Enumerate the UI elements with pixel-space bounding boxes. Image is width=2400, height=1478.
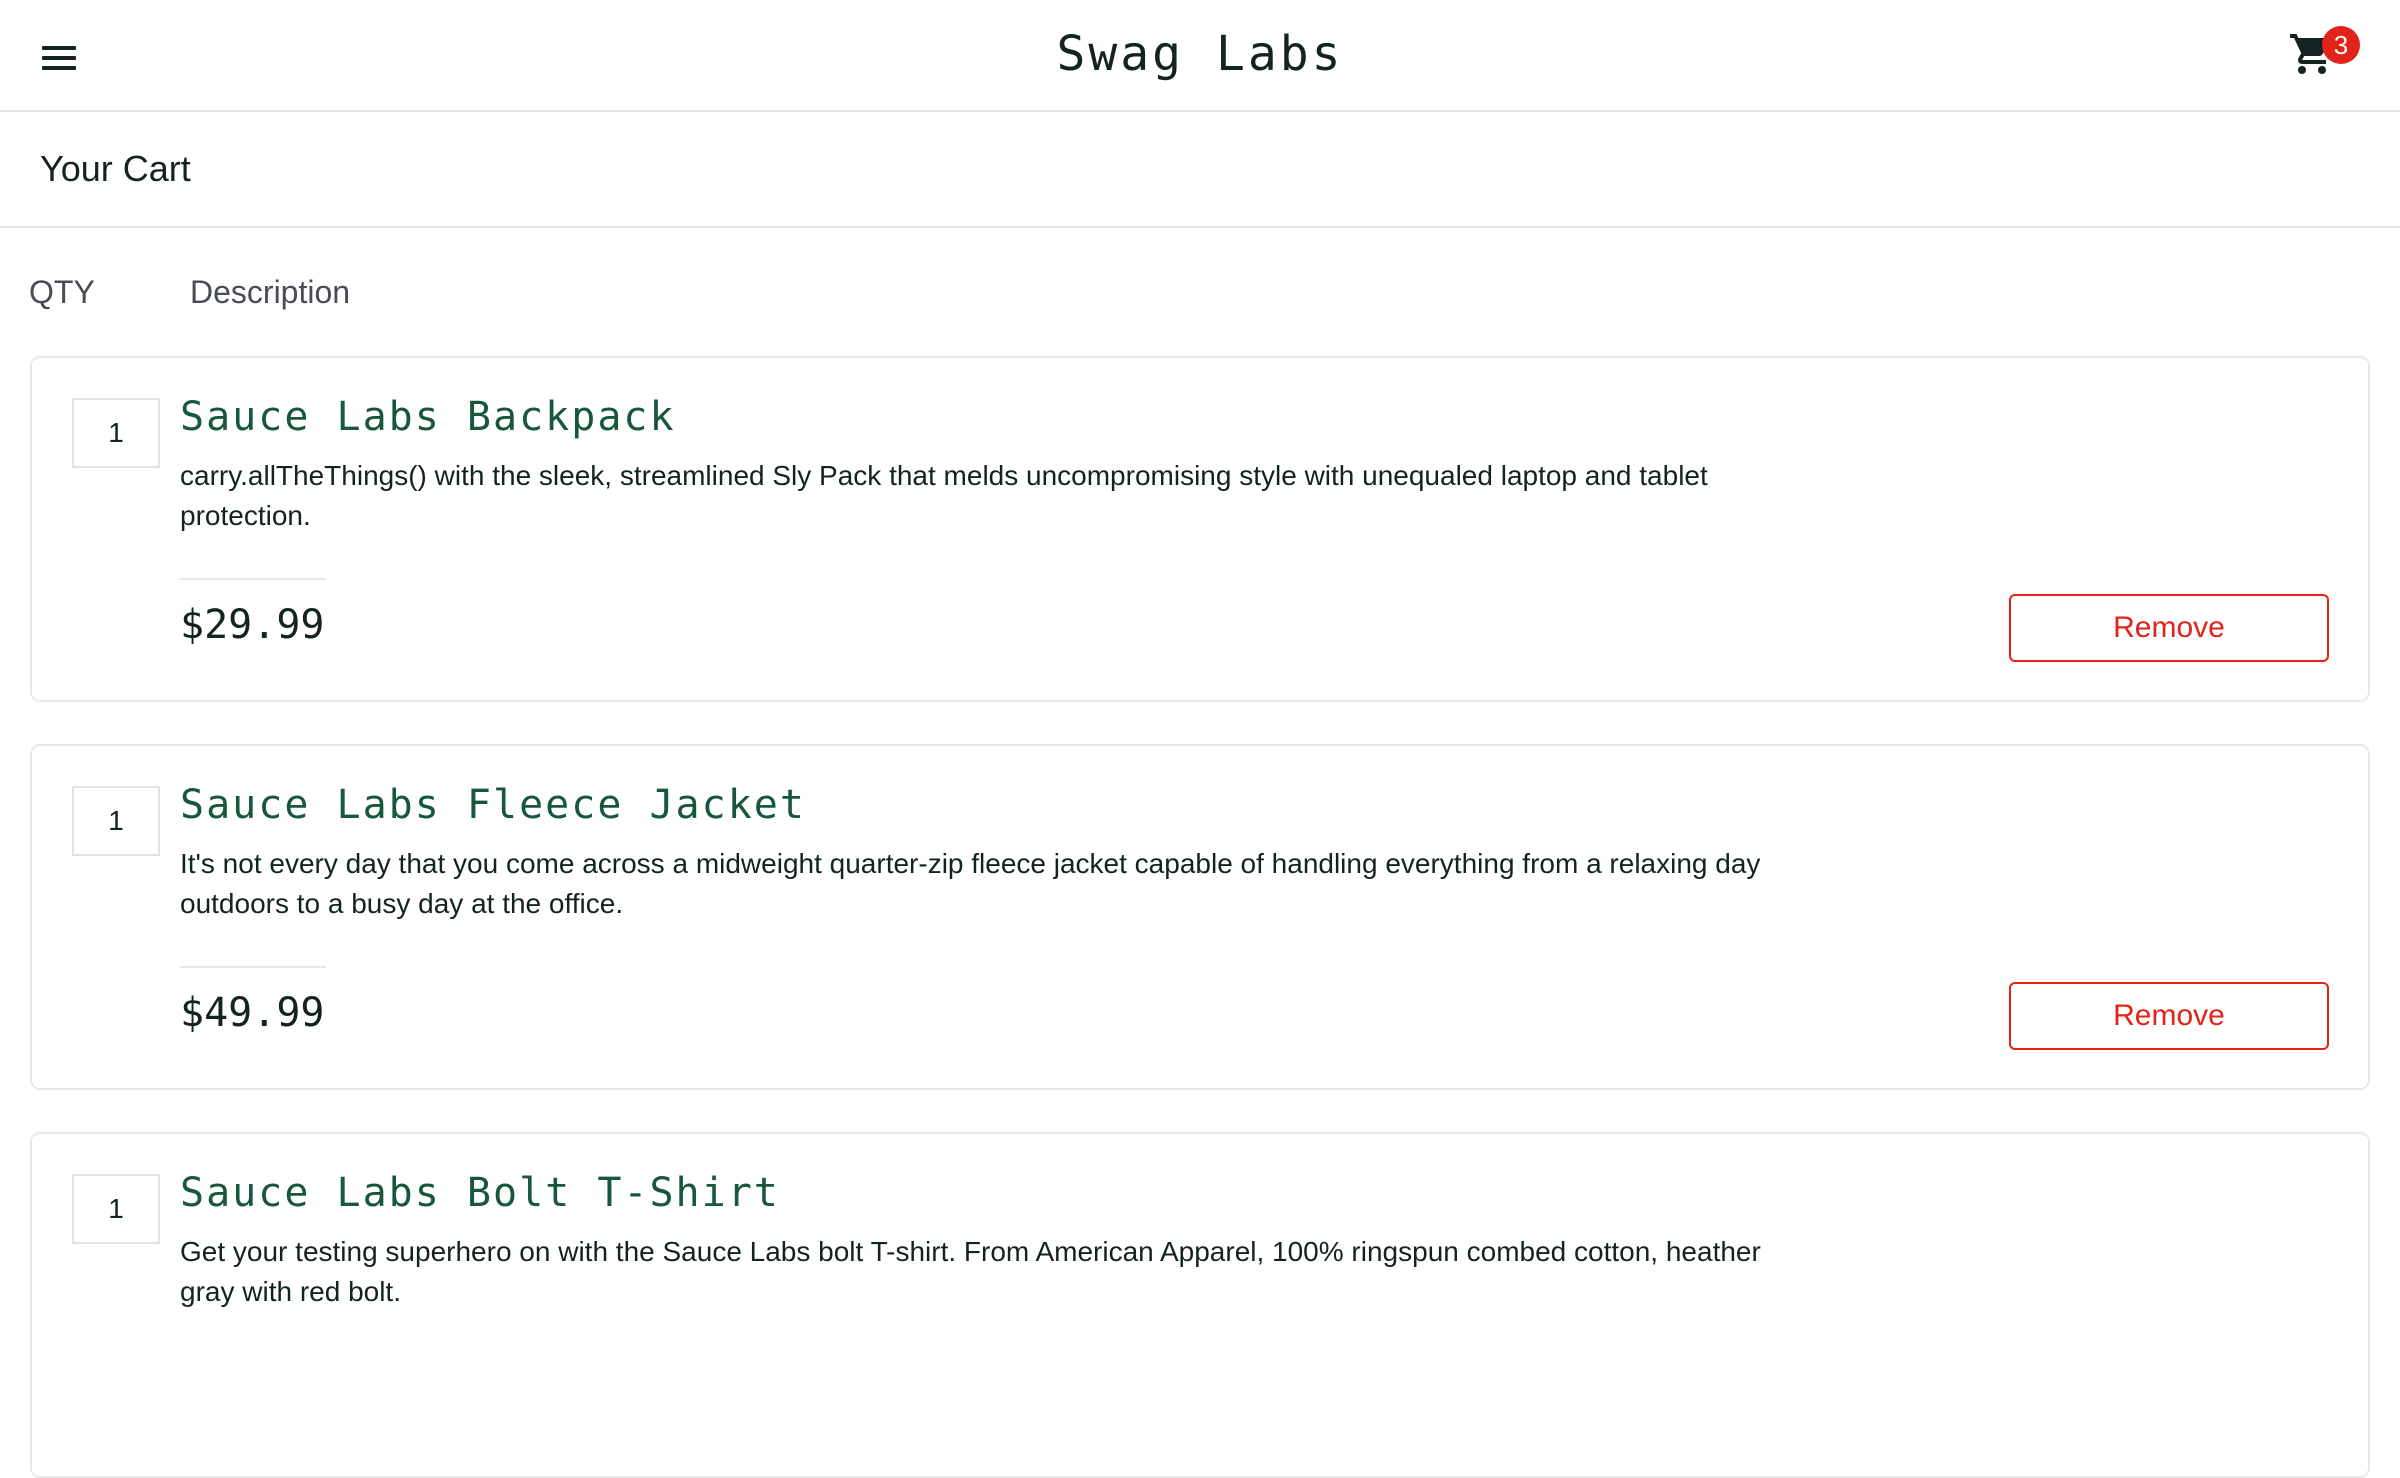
item-quantity: 1 (72, 786, 160, 856)
item-description: Get your testing superhero on with the S… (180, 1236, 1761, 1307)
primary-header: Swag Labs 3 (0, 0, 2400, 112)
price-divider (180, 578, 326, 580)
item-description: carry.allTheThings() with the sleek, str… (180, 460, 1708, 531)
secondary-header: Your Cart (0, 112, 2400, 228)
shopping-cart-link[interactable]: 3 (2284, 26, 2360, 86)
remove-button[interactable]: Remove (2009, 982, 2329, 1050)
item-description: It's not every day that you come across … (180, 848, 1761, 919)
cart-item: 1 Sauce Labs Backpack carry.allTheThings… (30, 356, 2370, 702)
remove-button[interactable]: Remove (2009, 594, 2329, 662)
cart-item: 1 Sauce Labs Bolt T-Shirt Get your testi… (30, 1132, 2370, 1478)
item-name-link[interactable]: Sauce Labs Fleece Jacket (180, 782, 806, 828)
cart-item: 1 Sauce Labs Fleece Jacket It's not ever… (30, 744, 2370, 1090)
item-name-link[interactable]: Sauce Labs Bolt T-Shirt (180, 1170, 780, 1216)
item-quantity: 1 (72, 1174, 160, 1244)
item-quantity: 1 (72, 398, 160, 468)
page-title: Your Cart (40, 148, 191, 189)
item-name-link[interactable]: Sauce Labs Backpack (180, 394, 676, 440)
cart-count-badge: 3 (2322, 26, 2360, 64)
qty-column-label: QTY (29, 274, 95, 310)
app-logo: Swag Labs (1056, 26, 1344, 82)
description-column-label: Description (190, 274, 351, 310)
item-price: $29.99 (180, 602, 325, 648)
price-divider (180, 966, 326, 968)
item-price: $49.99 (180, 990, 325, 1036)
